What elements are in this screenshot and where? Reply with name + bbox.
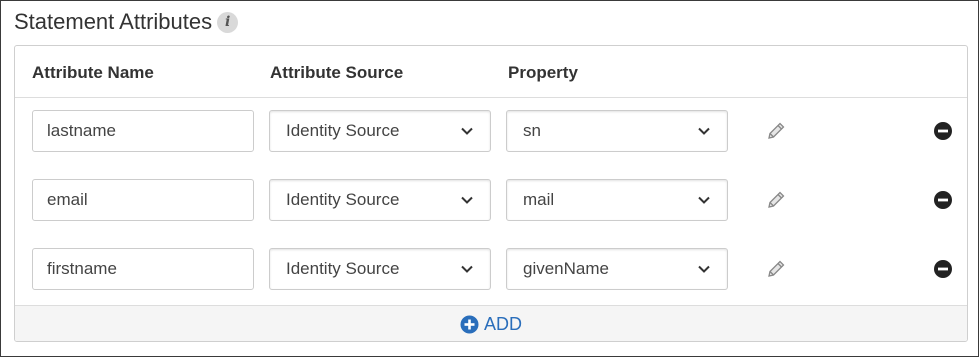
attribute-source-value: Identity Source	[286, 190, 400, 209]
minus-circle-icon[interactable]	[933, 190, 953, 210]
attributes-table: Attribute Name Attribute Source Property…	[14, 45, 968, 342]
info-icon[interactable]: i	[217, 11, 239, 33]
property-select[interactable]: mail	[506, 179, 728, 221]
chevron-down-icon	[697, 124, 711, 138]
attribute-source-select[interactable]: Identity Source	[269, 110, 491, 152]
chevron-down-icon	[460, 262, 474, 276]
header-property: Property	[508, 63, 578, 82]
pencil-icon[interactable]	[765, 189, 787, 211]
section-header: Statement Attributes i	[14, 7, 239, 37]
property-value: sn	[523, 121, 541, 140]
minus-circle-icon[interactable]	[933, 121, 953, 141]
table-row: firstname Identity Source givenName	[15, 248, 967, 292]
minus-circle-icon[interactable]	[933, 259, 953, 279]
table-header: Attribute Name Attribute Source Property	[15, 46, 967, 98]
statement-attributes-frame: Statement Attributes i Attribute Name At…	[0, 0, 979, 357]
attribute-source-value: Identity Source	[286, 259, 400, 278]
property-value: givenName	[523, 259, 609, 278]
table-footer: ADD	[15, 305, 967, 341]
chevron-down-icon	[697, 193, 711, 207]
pencil-icon[interactable]	[765, 120, 787, 142]
property-value: mail	[523, 190, 555, 209]
property-select[interactable]: sn	[506, 110, 728, 152]
table-row: email Identity Source mail	[15, 179, 967, 223]
plus-circle-icon	[460, 315, 479, 334]
table-row: lastname Identity Source sn	[15, 110, 967, 154]
attribute-source-value: Identity Source	[286, 121, 400, 140]
attribute-source-select[interactable]: Identity Source	[269, 248, 491, 290]
attribute-name-input[interactable]: firstname	[32, 248, 254, 290]
add-button-label: ADD	[483, 314, 522, 334]
header-attribute-source: Attribute Source	[270, 63, 404, 82]
attribute-source-select[interactable]: Identity Source	[269, 179, 491, 221]
section-title: Statement Attributes	[14, 9, 213, 34]
header-attribute-name: Attribute Name	[32, 63, 154, 82]
chevron-down-icon	[460, 193, 474, 207]
attribute-name-input[interactable]: email	[32, 179, 254, 221]
chevron-down-icon	[697, 262, 711, 276]
attribute-name-input[interactable]: lastname	[32, 110, 254, 152]
property-select[interactable]: givenName	[506, 248, 728, 290]
pencil-icon[interactable]	[765, 258, 787, 280]
add-button[interactable]: ADD	[460, 314, 522, 335]
chevron-down-icon	[460, 124, 474, 138]
